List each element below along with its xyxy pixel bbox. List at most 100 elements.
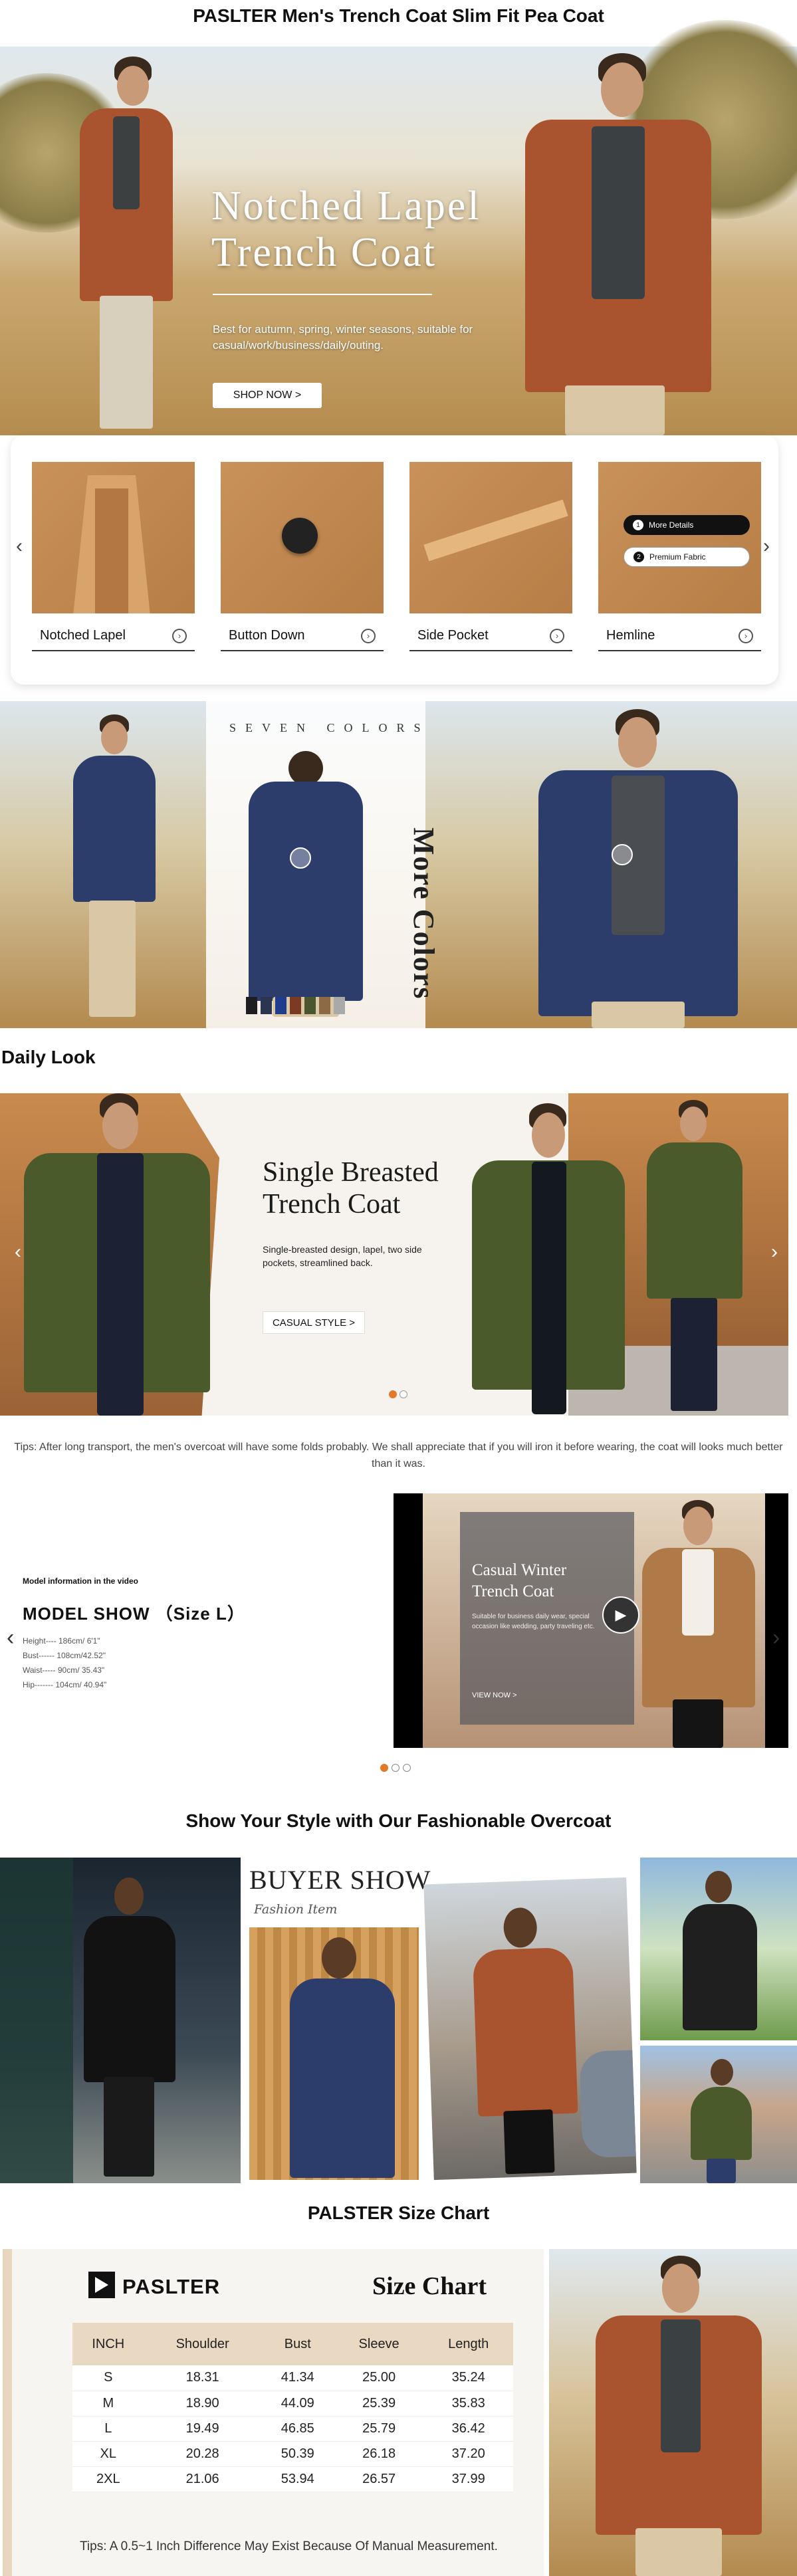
model-photo-left [66, 56, 199, 435]
model-info-label: Model information in the video [23, 1576, 138, 1586]
size-chart-model-photo [549, 2249, 797, 2576]
detail-image [32, 462, 195, 613]
seven-colors-banner: SEVEN COLORS More Colors [0, 701, 797, 1028]
model-photo-olive-left [20, 1093, 213, 1416]
detail-image [409, 462, 572, 613]
daily-look-heading: Daily Look [1, 1047, 96, 1067]
size-table: INCH Shoulder Bust Sleeve Length S 18.31 4… [72, 2323, 513, 2492]
hero-title-line1: Notched Lapel [211, 183, 481, 229]
arrow-circle-icon: › [172, 628, 187, 643]
hero-subtitle: Best for autumn, spring, winter seasons,… [213, 323, 473, 352]
model-photo-olive-right [641, 1100, 748, 1412]
arrow-circle-icon: › [739, 628, 753, 643]
more-colors-text: More Colors [407, 827, 440, 1000]
header-length: Length [423, 2323, 513, 2365]
table-row: L 19.49 46.85 25.79 36.42 [72, 2416, 513, 2442]
measurement-waist: Waist----- 90cm/ 35.43" [23, 1665, 105, 1675]
detail-image: 1 More Details 2 Premium Fabric [598, 462, 761, 613]
buyer-photo-4 [640, 1858, 797, 2040]
color-swatch[interactable] [246, 997, 257, 1014]
video-player[interactable]: Casual Winter Trench Coat Suitable for b… [394, 1493, 788, 1748]
page-title: PASLTER Men's Trench Coat Slim Fit Pea C… [193, 5, 604, 26]
chevron-left-icon[interactable]: ‹ [16, 535, 23, 558]
color-swatch[interactable] [319, 997, 330, 1014]
detail-carousel: ‹ › Notched Lapel › Button Down › Side Poc… [11, 435, 778, 685]
video-model [635, 1500, 762, 1748]
paslter-logo-icon [88, 2272, 115, 2298]
daily-look-carousel: Single Breasted Trench Coat Single-breas… [0, 1093, 788, 1416]
table-row: XL 20.28 50.39 26.18 37.20 [72, 2441, 513, 2467]
buyer-show-heading: BUYER SHOW [249, 1865, 431, 1895]
table-row: 2XL 21.06 53.94 26.57 37.99 [72, 2466, 513, 2492]
detail-label: Button Down [229, 628, 305, 643]
hotspot-icon[interactable] [612, 844, 633, 865]
buyer-photo-1 [0, 1858, 241, 2183]
header-shoulder: Shoulder [144, 2323, 261, 2365]
size-table-header: INCH Shoulder Bust Sleeve Length [72, 2323, 513, 2365]
color-swatch[interactable] [334, 997, 345, 1014]
header-sleeve: Sleeve [334, 2323, 424, 2365]
model-photo-olive-center [465, 1103, 631, 1416]
size-chart-title: Size Chart [372, 2272, 487, 2300]
color-swatch[interactable] [290, 997, 301, 1014]
casual-style-button[interactable]: CASUAL STYLE > [263, 1311, 365, 1334]
header-inch: INCH [72, 2323, 144, 2365]
hero-title-line2: Trench Coat [211, 230, 437, 275]
daily-look-title: Single Breasted Trench Coat [263, 1156, 439, 1220]
color-swatch[interactable] [304, 997, 316, 1014]
size-chart-tips: Tips: A 0.5~1 Inch Difference May Exist … [80, 2539, 498, 2553]
table-row: S 18.31 41.34 25.00 35.24 [72, 2365, 513, 2391]
color-swatch[interactable] [275, 997, 286, 1014]
model-photo-navy-right [532, 709, 744, 1028]
buyer-show-section-title: Show Your Style with Our Fashionable Ove… [185, 1810, 612, 1831]
more-details-pill: 1 More Details [624, 515, 750, 535]
chevron-right-icon[interactable]: › [771, 1241, 778, 1263]
model-photo-navy-back [239, 751, 372, 1017]
daily-look-title-line1: Single Breasted [263, 1157, 439, 1188]
color-swatch[interactable] [261, 997, 272, 1014]
arrow-circle-icon: › [550, 628, 564, 643]
detail-label: Hemline [606, 628, 655, 643]
buyer-photo-5 [640, 2046, 797, 2183]
detail-item-notched-lapel[interactable]: Notched Lapel › [32, 462, 195, 651]
chevron-left-icon[interactable]: ‹ [7, 1625, 14, 1651]
carousel-dot-active[interactable] [380, 1764, 388, 1772]
detail-item-hemline[interactable]: 1 More Details 2 Premium Fabric Hemline › [598, 462, 761, 651]
measurement-bust: Bust------ 108cm/42.52" [23, 1651, 106, 1660]
buyer-photo-3 [423, 1877, 637, 2181]
model-photo-right [505, 53, 731, 435]
model-measurements: Height---- 186cm/ 6'1" Bust------ 108cm/… [23, 1634, 106, 1692]
video-title: Casual Winter Trench Coat [472, 1561, 567, 1600]
hotspot-icon[interactable] [290, 847, 311, 869]
detail-item-button-down[interactable]: Button Down › [221, 462, 384, 651]
carousel-dot[interactable] [399, 1390, 407, 1398]
hero-divider [213, 294, 432, 295]
fashion-item-script: Fashion Item [254, 1902, 338, 1917]
hero-title: Notched Lapel Trench Coat [211, 183, 481, 276]
daily-look-subtitle: Single-breasted design, lapel, two side … [263, 1244, 422, 1268]
hero-banner: Notched Lapel Trench Coat Best for autum… [0, 20, 797, 435]
header-bust: Bust [261, 2323, 334, 2365]
video-subtitle: Suitable for business daily wear, specia… [472, 1613, 595, 1630]
carousel-dot-active[interactable] [389, 1390, 397, 1398]
carousel-dot[interactable] [403, 1764, 411, 1772]
shop-now-button[interactable]: SHOP NOW > [213, 383, 322, 408]
carousel-dot[interactable] [392, 1764, 399, 1772]
detail-image [221, 462, 384, 613]
video-frame: Casual Winter Trench Coat Suitable for b… [423, 1493, 765, 1748]
measurement-height: Height---- 186cm/ 6'1" [23, 1636, 100, 1646]
product-page: PASLTER Men's Trench Coat Slim Fit Pea C… [0, 0, 797, 2576]
model-photo-navy-front [66, 714, 166, 1020]
chevron-right-icon[interactable]: › [772, 1625, 780, 1651]
model-show-title: MODEL SHOW （Size L） [23, 1604, 245, 1624]
chevron-right-icon[interactable]: › [763, 535, 770, 558]
table-row: M 18.90 44.09 25.39 35.83 [72, 2391, 513, 2416]
brand-logo-text: PASLTER [122, 2275, 221, 2298]
detail-label: Notched Lapel [40, 628, 126, 643]
play-icon[interactable]: ▶ [602, 1596, 639, 1634]
detail-label: Side Pocket [417, 628, 489, 643]
measurement-hip: Hip------- 104cm/ 40.94" [23, 1680, 107, 1689]
detail-item-side-pocket[interactable]: Side Pocket › [409, 462, 572, 651]
chevron-left-icon[interactable]: ‹ [15, 1241, 21, 1263]
view-now-button[interactable]: VIEW NOW > [472, 1691, 517, 1699]
